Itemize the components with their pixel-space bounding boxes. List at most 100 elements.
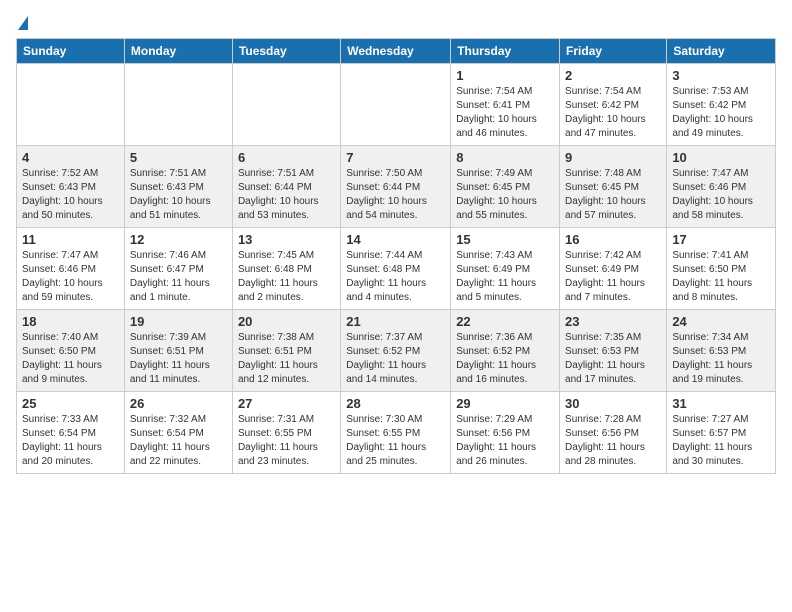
day-info: Sunrise: 7:33 AM Sunset: 6:54 PM Dayligh…	[22, 413, 119, 469]
calendar-cell: 13 Sunrise: 7:45 AM Sunset: 6:48 PM Dayli…	[232, 228, 340, 310]
day-number: 30	[565, 396, 661, 411]
day-number: 24	[672, 314, 770, 329]
day-info: Sunrise: 7:29 AM Sunset: 6:56 PM Dayligh…	[456, 413, 554, 469]
day-number: 13	[238, 232, 335, 247]
day-number: 14	[346, 232, 445, 247]
calendar-cell	[232, 64, 340, 146]
calendar-cell	[17, 64, 125, 146]
calendar-cell: 8 Sunrise: 7:49 AM Sunset: 6:45 PM Daylig…	[451, 146, 560, 228]
day-number: 1	[456, 68, 554, 83]
calendar-cell: 18 Sunrise: 7:40 AM Sunset: 6:50 PM Dayli…	[17, 310, 125, 392]
day-info: Sunrise: 7:30 AM Sunset: 6:55 PM Dayligh…	[346, 413, 445, 469]
day-info: Sunrise: 7:31 AM Sunset: 6:55 PM Dayligh…	[238, 413, 335, 469]
day-number: 4	[22, 150, 119, 165]
calendar-cell: 1 Sunrise: 7:54 AM Sunset: 6:41 PM Daylig…	[451, 64, 560, 146]
calendar-cell	[124, 64, 232, 146]
day-info: Sunrise: 7:40 AM Sunset: 6:50 PM Dayligh…	[22, 331, 119, 387]
day-info: Sunrise: 7:47 AM Sunset: 6:46 PM Dayligh…	[672, 167, 770, 223]
weekday-header-tuesday: Tuesday	[232, 39, 340, 64]
day-number: 2	[565, 68, 661, 83]
calendar-cell: 28Sunrise: 7:30 AM Sunset: 6:55 PM Dayli…	[341, 392, 451, 474]
day-number: 18	[22, 314, 119, 329]
calendar-header-row: SundayMondayTuesdayWednesdayThursdayFrid…	[17, 39, 776, 64]
day-info: Sunrise: 7:28 AM Sunset: 6:56 PM Dayligh…	[565, 413, 661, 469]
calendar-week-5: 25 Sunrise: 7:33 AM Sunset: 6:54 PM Dayli…	[17, 392, 776, 474]
day-info: Sunrise: 7:50 AM Sunset: 6:44 PM Dayligh…	[346, 167, 445, 223]
day-info: Sunrise: 7:41 AM Sunset: 6:50 PM Dayligh…	[672, 249, 770, 305]
calendar-cell: 16 Sunrise: 7:42 AM Sunset: 6:49 PM Dayli…	[560, 228, 667, 310]
calendar-cell: 30 Sunrise: 7:28 AM Sunset: 6:56 PM Dayli…	[560, 392, 667, 474]
day-info: Sunrise: 7:36 AM Sunset: 6:52 PM Dayligh…	[456, 331, 554, 387]
day-number: 20	[238, 314, 335, 329]
day-number: 22	[456, 314, 554, 329]
calendar-cell: 26Sunrise: 7:32 AM Sunset: 6:54 PM Dayli…	[124, 392, 232, 474]
day-info: Sunrise: 7:49 AM Sunset: 6:45 PM Dayligh…	[456, 167, 554, 223]
day-info: Sunrise: 7:51 AM Sunset: 6:43 PM Dayligh…	[130, 167, 227, 223]
logo-triangle-icon	[18, 16, 28, 30]
day-number: 16	[565, 232, 661, 247]
calendar-cell: 19 Sunrise: 7:39 AM Sunset: 6:51 PM Dayli…	[124, 310, 232, 392]
day-number: 19	[130, 314, 227, 329]
day-number: 11	[22, 232, 119, 247]
calendar-cell: 3 Sunrise: 7:53 AM Sunset: 6:42 PM Daylig…	[667, 64, 776, 146]
day-info: Sunrise: 7:54 AM Sunset: 6:42 PM Dayligh…	[565, 85, 661, 141]
calendar-cell: 31 Sunrise: 7:27 AM Sunset: 6:57 PM Dayli…	[667, 392, 776, 474]
day-number: 23	[565, 314, 661, 329]
calendar-week-3: 11 Sunrise: 7:47 AM Sunset: 6:46 PM Dayli…	[17, 228, 776, 310]
day-number: 25	[22, 396, 119, 411]
day-info: Sunrise: 7:46 AM Sunset: 6:47 PM Dayligh…	[130, 249, 227, 305]
day-number: 5	[130, 150, 227, 165]
calendar-cell: 2 Sunrise: 7:54 AM Sunset: 6:42 PM Daylig…	[560, 64, 667, 146]
calendar-cell	[341, 64, 451, 146]
day-info: Sunrise: 7:48 AM Sunset: 6:45 PM Dayligh…	[565, 167, 661, 223]
day-info: Sunrise: 7:38 AM Sunset: 6:51 PM Dayligh…	[238, 331, 335, 387]
day-info: Sunrise: 7:34 AM Sunset: 6:53 PM Dayligh…	[672, 331, 770, 387]
day-number: 21	[346, 314, 445, 329]
weekday-header-thursday: Thursday	[451, 39, 560, 64]
day-info: Sunrise: 7:35 AM Sunset: 6:53 PM Dayligh…	[565, 331, 661, 387]
calendar-table: SundayMondayTuesdayWednesdayThursdayFrid…	[16, 38, 776, 474]
day-info: Sunrise: 7:52 AM Sunset: 6:43 PM Dayligh…	[22, 167, 119, 223]
day-number: 3	[672, 68, 770, 83]
calendar-week-1: 1 Sunrise: 7:54 AM Sunset: 6:41 PM Daylig…	[17, 64, 776, 146]
calendar-cell: 6Sunrise: 7:51 AM Sunset: 6:44 PM Daylig…	[232, 146, 340, 228]
calendar-cell: 23 Sunrise: 7:35 AM Sunset: 6:53 PM Dayli…	[560, 310, 667, 392]
day-info: Sunrise: 7:37 AM Sunset: 6:52 PM Dayligh…	[346, 331, 445, 387]
day-number: 7	[346, 150, 445, 165]
weekday-header-sunday: Sunday	[17, 39, 125, 64]
calendar-week-4: 18 Sunrise: 7:40 AM Sunset: 6:50 PM Dayli…	[17, 310, 776, 392]
calendar-cell: 27Sunrise: 7:31 AM Sunset: 6:55 PM Dayli…	[232, 392, 340, 474]
day-number: 29	[456, 396, 554, 411]
day-info: Sunrise: 7:54 AM Sunset: 6:41 PM Dayligh…	[456, 85, 554, 141]
day-info: Sunrise: 7:44 AM Sunset: 6:48 PM Dayligh…	[346, 249, 445, 305]
weekday-header-friday: Friday	[560, 39, 667, 64]
day-info: Sunrise: 7:39 AM Sunset: 6:51 PM Dayligh…	[130, 331, 227, 387]
day-info: Sunrise: 7:43 AM Sunset: 6:49 PM Dayligh…	[456, 249, 554, 305]
day-number: 12	[130, 232, 227, 247]
weekday-header-saturday: Saturday	[667, 39, 776, 64]
day-info: Sunrise: 7:27 AM Sunset: 6:57 PM Dayligh…	[672, 413, 770, 469]
day-number: 10	[672, 150, 770, 165]
weekday-header-wednesday: Wednesday	[341, 39, 451, 64]
calendar-cell: 12 Sunrise: 7:46 AM Sunset: 6:47 PM Dayli…	[124, 228, 232, 310]
calendar-cell: 24 Sunrise: 7:34 AM Sunset: 6:53 PM Dayli…	[667, 310, 776, 392]
page-header	[16, 16, 776, 30]
calendar-cell: 10 Sunrise: 7:47 AM Sunset: 6:46 PM Dayli…	[667, 146, 776, 228]
calendar-cell: 25 Sunrise: 7:33 AM Sunset: 6:54 PM Dayli…	[17, 392, 125, 474]
calendar-cell: 15 Sunrise: 7:43 AM Sunset: 6:49 PM Dayli…	[451, 228, 560, 310]
calendar-cell: 29 Sunrise: 7:29 AM Sunset: 6:56 PM Dayli…	[451, 392, 560, 474]
weekday-header-monday: Monday	[124, 39, 232, 64]
day-number: 17	[672, 232, 770, 247]
day-number: 6	[238, 150, 335, 165]
day-info: Sunrise: 7:53 AM Sunset: 6:42 PM Dayligh…	[672, 85, 770, 141]
day-number: 31	[672, 396, 770, 411]
day-info: Sunrise: 7:45 AM Sunset: 6:48 PM Dayligh…	[238, 249, 335, 305]
day-number: 8	[456, 150, 554, 165]
day-number: 15	[456, 232, 554, 247]
calendar-week-2: 4 Sunrise: 7:52 AM Sunset: 6:43 PM Daylig…	[17, 146, 776, 228]
day-info: Sunrise: 7:47 AM Sunset: 6:46 PM Dayligh…	[22, 249, 119, 305]
day-info: Sunrise: 7:42 AM Sunset: 6:49 PM Dayligh…	[565, 249, 661, 305]
day-number: 26	[130, 396, 227, 411]
calendar-cell: 5 Sunrise: 7:51 AM Sunset: 6:43 PM Daylig…	[124, 146, 232, 228]
calendar-cell: 4 Sunrise: 7:52 AM Sunset: 6:43 PM Daylig…	[17, 146, 125, 228]
